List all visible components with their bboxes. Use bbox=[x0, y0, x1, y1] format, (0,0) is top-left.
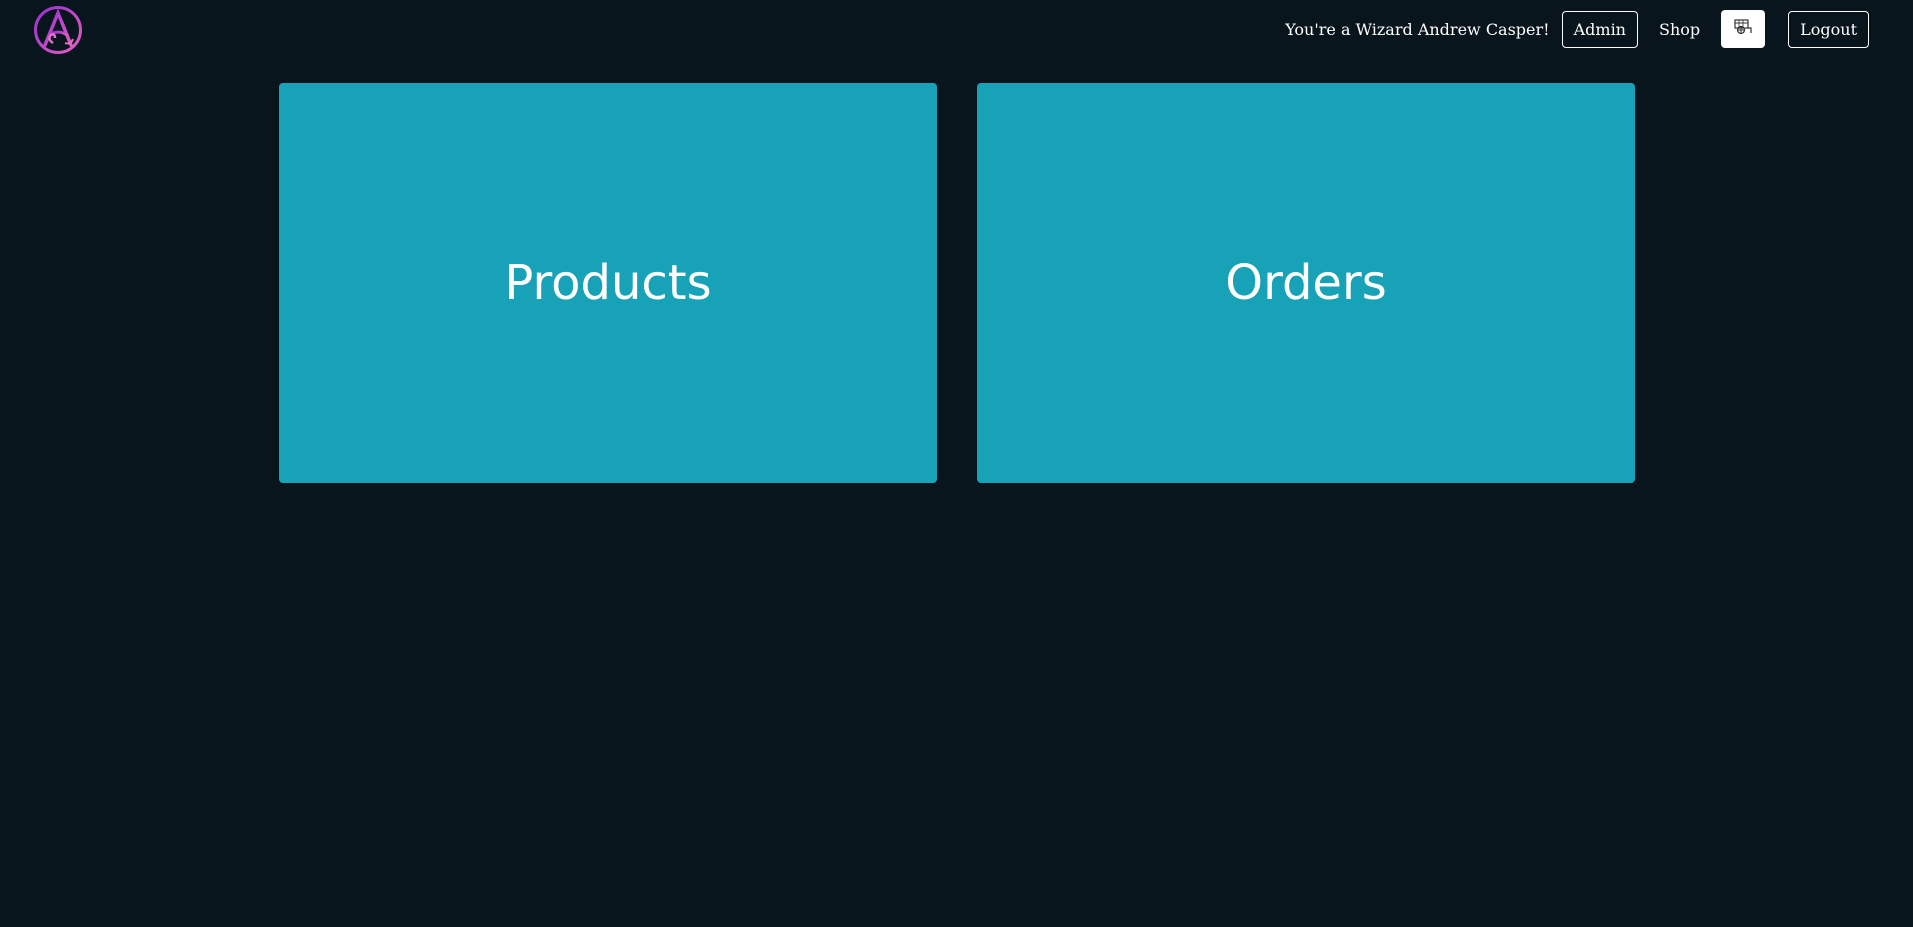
user-greeting: You're a Wizard Andrew Casper! bbox=[1285, 19, 1550, 39]
shop-link[interactable]: Shop bbox=[1659, 20, 1700, 39]
cart-button[interactable] bbox=[1721, 10, 1766, 48]
orders-card[interactable]: Orders bbox=[977, 83, 1635, 483]
logout-button[interactable]: Logout bbox=[1788, 10, 1869, 48]
top-navbar: You're a Wizard Andrew Casper! Admin Sho… bbox=[0, 0, 1913, 60]
shopping-cart-icon bbox=[1733, 18, 1753, 41]
orders-card-label: Orders bbox=[1225, 255, 1387, 311]
wizard-logo-icon[interactable] bbox=[33, 5, 83, 55]
products-card[interactable]: Products bbox=[279, 83, 937, 483]
products-card-label: Products bbox=[504, 255, 712, 311]
admin-button[interactable]: Admin bbox=[1561, 10, 1638, 48]
nav-right-group: You're a Wizard Andrew Casper! Admin Sho… bbox=[1285, 10, 1869, 48]
